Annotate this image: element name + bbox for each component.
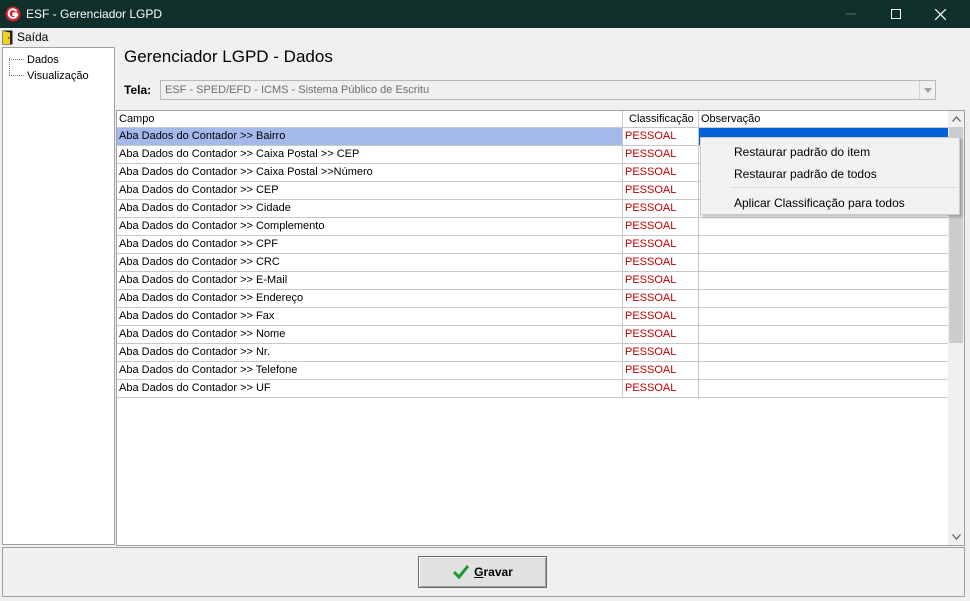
screen-select-value: ESF - SPED/EFD - ICMS - Sistema Público … xyxy=(165,84,430,96)
maximize-icon xyxy=(890,9,901,19)
tree-item-label: Visualização xyxy=(27,69,89,82)
cell-campo[interactable]: Aba Dados do Contador >> Cidade xyxy=(117,200,623,217)
scroll-up-button[interactable] xyxy=(948,111,964,127)
close-button[interactable] xyxy=(918,0,963,28)
table-row[interactable]: Aba Dados do Contador >> Nome PESSOAL xyxy=(117,326,948,344)
tree-item-visualizacao[interactable]: Visualização xyxy=(9,68,89,83)
menu-exit-label: Saída xyxy=(17,30,49,44)
table-row[interactable]: Aba Dados do Contador >> CPF PESSOAL xyxy=(117,236,948,254)
cell-observacao[interactable] xyxy=(699,272,948,289)
table-row[interactable]: Aba Dados do Contador >> Fax PESSOAL xyxy=(117,308,948,326)
cell-classificacao[interactable]: PESSOAL xyxy=(623,218,699,235)
navigation-tree: Dados Visualização xyxy=(2,47,115,545)
grid-header: Campo Classificação Observação xyxy=(117,111,948,128)
context-menu-restore-item[interactable]: Restaurar padrão do item xyxy=(734,145,870,159)
cell-campo[interactable]: Aba Dados do Contador >> Telefone xyxy=(117,362,623,379)
cell-classificacao[interactable]: PESSOAL xyxy=(623,128,699,145)
context-menu: Restaurar padrão do item Restaurar padrã… xyxy=(700,137,960,215)
chevron-up-icon xyxy=(951,116,961,122)
screen-select[interactable]: ESF - SPED/EFD - ICMS - Sistema Público … xyxy=(160,80,936,100)
cell-classificacao[interactable]: PESSOAL xyxy=(623,164,699,181)
cell-campo[interactable]: Aba Dados do Contador >> Fax xyxy=(117,308,623,325)
cell-campo[interactable]: Aba Dados do Contador >> Bairro xyxy=(117,128,623,145)
table-row[interactable]: Aba Dados do Contador >> E-Mail PESSOAL xyxy=(117,272,948,290)
page-title: Gerenciador LGPD - Dados xyxy=(124,47,333,66)
column-header-campo[interactable]: Campo xyxy=(117,111,623,128)
cell-classificacao[interactable]: PESSOAL xyxy=(623,236,699,253)
minimize-icon xyxy=(845,13,856,15)
save-button-label: Gravar xyxy=(474,565,513,579)
maximize-button[interactable] xyxy=(873,0,918,28)
minimize-button[interactable] xyxy=(828,0,873,28)
cell-observacao[interactable] xyxy=(699,218,948,235)
column-header-classificacao[interactable]: Classificação xyxy=(623,111,699,128)
cell-classificacao[interactable]: PESSOAL xyxy=(623,380,699,397)
cell-classificacao[interactable]: PESSOAL xyxy=(623,362,699,379)
close-icon xyxy=(935,8,946,20)
cell-observacao[interactable] xyxy=(699,344,948,361)
table-row[interactable]: Aba Dados do Contador >> Endereço PESSOAL xyxy=(117,290,948,308)
context-menu-restore-all[interactable]: Restaurar padrão de todos xyxy=(734,167,877,181)
scroll-down-button[interactable] xyxy=(948,529,964,545)
cell-campo[interactable]: Aba Dados do Contador >> UF xyxy=(117,380,623,397)
cell-classificacao[interactable]: PESSOAL xyxy=(623,182,699,199)
cell-classificacao[interactable]: PESSOAL xyxy=(623,254,699,271)
menu-bar: Saída xyxy=(0,28,970,46)
context-menu-apply-classification-all[interactable]: Aplicar Classificação para todos xyxy=(734,196,905,210)
save-button[interactable]: Gravar xyxy=(418,556,547,588)
column-header-observacao[interactable]: Observação xyxy=(699,111,948,128)
cell-campo[interactable]: Aba Dados do Contador >> Complemento xyxy=(117,218,623,235)
tree-item-dados[interactable]: Dados xyxy=(9,52,59,67)
screen-select-dropdown-button[interactable] xyxy=(919,81,935,99)
cell-campo[interactable]: Aba Dados do Contador >> E-Mail xyxy=(117,272,623,289)
cell-campo[interactable]: Aba Dados do Contador >> Nome xyxy=(117,326,623,343)
table-row[interactable]: Aba Dados do Contador >> Complemento PESS… xyxy=(117,218,948,236)
cell-observacao[interactable] xyxy=(699,308,948,325)
cell-campo[interactable]: Aba Dados do Contador >> Endereço xyxy=(117,290,623,307)
checkmark-icon xyxy=(453,565,470,580)
cell-observacao[interactable] xyxy=(699,380,948,397)
cell-classificacao[interactable]: PESSOAL xyxy=(623,290,699,307)
chevron-down-icon xyxy=(951,534,961,540)
cell-observacao[interactable] xyxy=(699,236,948,253)
cell-classificacao[interactable]: PESSOAL xyxy=(623,326,699,343)
window-title: ESF - Gerenciador LGPD xyxy=(26,7,163,21)
cell-campo[interactable]: Aba Dados do Contador >> CPF xyxy=(117,236,623,253)
cell-classificacao[interactable]: PESSOAL xyxy=(623,200,699,217)
context-menu-separator xyxy=(731,187,957,188)
table-row[interactable]: Aba Dados do Contador >> Nr. PESSOAL xyxy=(117,344,948,362)
cell-classificacao[interactable]: PESSOAL xyxy=(623,308,699,325)
cell-classificacao[interactable]: PESSOAL xyxy=(623,272,699,289)
cell-campo[interactable]: Aba Dados do Contador >> CRC xyxy=(117,254,623,271)
cell-campo[interactable]: Aba Dados do Contador >> Caixa Postal >>… xyxy=(117,164,623,181)
cell-campo[interactable]: Aba Dados do Contador >> Caixa Postal >>… xyxy=(117,146,623,163)
cell-observacao[interactable] xyxy=(699,290,948,307)
screen-label: Tela: xyxy=(124,83,152,97)
tree-item-label: Dados xyxy=(27,53,59,66)
cell-campo[interactable]: Aba Dados do Contador >> Nr. xyxy=(117,344,623,361)
menu-exit[interactable]: Saída xyxy=(2,29,48,45)
cell-observacao[interactable] xyxy=(699,362,948,379)
chevron-down-icon xyxy=(923,87,932,93)
exit-door-icon xyxy=(2,30,13,44)
cell-classificacao[interactable]: PESSOAL xyxy=(623,146,699,163)
app-logo-icon xyxy=(5,6,21,22)
cell-campo[interactable]: Aba Dados do Contador >> CEP xyxy=(117,182,623,199)
cell-classificacao[interactable]: PESSOAL xyxy=(623,344,699,361)
cell-observacao[interactable] xyxy=(699,254,948,271)
table-row[interactable]: Aba Dados do Contador >> CRC PESSOAL xyxy=(117,254,948,272)
table-row[interactable]: Aba Dados do Contador >> UF PESSOAL xyxy=(117,380,948,398)
cell-observacao[interactable] xyxy=(699,326,948,343)
window-titlebar: ESF - Gerenciador LGPD xyxy=(0,0,970,28)
table-row[interactable]: Aba Dados do Contador >> Telefone PESSOAL xyxy=(117,362,948,380)
